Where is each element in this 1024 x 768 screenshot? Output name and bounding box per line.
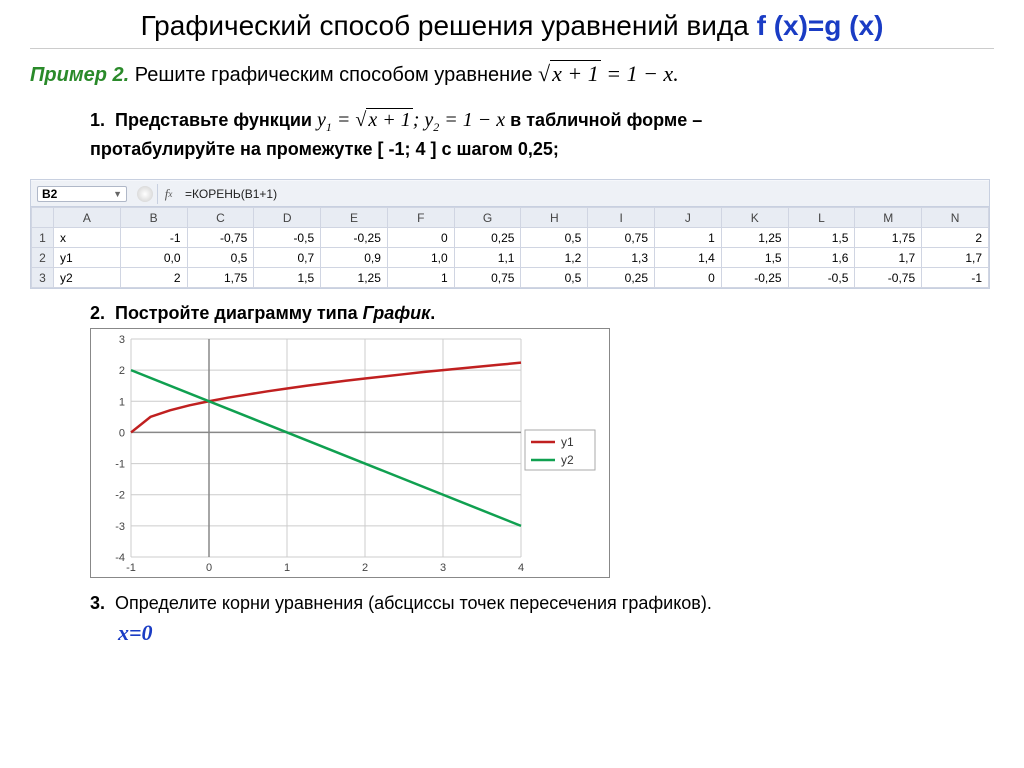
cell[interactable]: 0,5 bbox=[521, 268, 588, 288]
svg-text:2: 2 bbox=[362, 562, 368, 574]
row-header[interactable]: 2 bbox=[32, 248, 54, 268]
svg-text:3: 3 bbox=[440, 562, 446, 574]
svg-text:-4: -4 bbox=[115, 552, 125, 564]
cell[interactable]: 1,1 bbox=[454, 248, 521, 268]
svg-text:-3: -3 bbox=[115, 521, 125, 533]
row-header[interactable]: 1 bbox=[32, 228, 54, 248]
cell[interactable]: 0,25 bbox=[454, 228, 521, 248]
col-header[interactable]: A bbox=[54, 208, 121, 228]
cell[interactable]: -0,75 bbox=[855, 268, 922, 288]
svg-text:3: 3 bbox=[119, 334, 125, 346]
svg-text:2: 2 bbox=[119, 365, 125, 377]
step-2: 2. Постройте диаграмму типа График. bbox=[90, 303, 994, 324]
svg-text:-2: -2 bbox=[115, 490, 125, 502]
cell[interactable]: -0,75 bbox=[187, 228, 254, 248]
col-header[interactable]: B bbox=[120, 208, 187, 228]
cell[interactable]: 1,75 bbox=[855, 228, 922, 248]
cell[interactable]: -0,5 bbox=[254, 228, 321, 248]
cell[interactable]: 0,75 bbox=[588, 228, 655, 248]
svg-text:-1: -1 bbox=[126, 562, 136, 574]
cell[interactable]: 1,2 bbox=[521, 248, 588, 268]
spreadsheet-grid[interactable]: ABCDEFGHIJKLMN 1x-1-0,75-0,5-0,2500,250,… bbox=[31, 207, 989, 288]
col-header[interactable]: M bbox=[855, 208, 922, 228]
cell[interactable]: 1 bbox=[387, 268, 454, 288]
page-title: Графический способ решения уравнений вид… bbox=[30, 10, 994, 49]
cell[interactable]: 1,5 bbox=[788, 228, 855, 248]
chart-svg: -1 0 1 2 3 4 -4 -3 -2 -1 0 1 2 3 y1 y2 bbox=[90, 328, 610, 578]
cell[interactable]: 0,9 bbox=[321, 248, 388, 268]
chevron-down-icon: ▼ bbox=[113, 189, 122, 199]
svg-text:1: 1 bbox=[119, 396, 125, 408]
cell[interactable]: 0,0 bbox=[120, 248, 187, 268]
chart: -1 0 1 2 3 4 -4 -3 -2 -1 0 1 2 3 y1 y2 bbox=[90, 328, 994, 583]
cell[interactable]: -0,25 bbox=[721, 268, 788, 288]
cell[interactable]: 0,25 bbox=[588, 268, 655, 288]
example-label: Пример 2. bbox=[30, 64, 129, 86]
svg-text:0: 0 bbox=[119, 427, 125, 439]
cell[interactable]: 2 bbox=[120, 268, 187, 288]
col-header[interactable]: C bbox=[187, 208, 254, 228]
svg-text:y2: y2 bbox=[561, 453, 574, 467]
cell[interactable]: 0 bbox=[655, 268, 722, 288]
answer: x=0 bbox=[118, 620, 994, 646]
fx-decoration bbox=[137, 186, 153, 202]
cell[interactable]: 0,5 bbox=[187, 248, 254, 268]
cell[interactable]: -0,25 bbox=[321, 228, 388, 248]
cell[interactable]: 1,5 bbox=[254, 268, 321, 288]
cell[interactable]: x bbox=[54, 228, 121, 248]
svg-text:4: 4 bbox=[518, 562, 524, 574]
cell[interactable]: 1,7 bbox=[855, 248, 922, 268]
cell[interactable]: y2 bbox=[54, 268, 121, 288]
formula-bar: B2 ▼ fx =КОРЕНЬ(B1+1) bbox=[31, 181, 989, 207]
active-cell-ref: B2 bbox=[42, 187, 57, 201]
title-text: Графический способ решения уравнений вид… bbox=[141, 10, 757, 41]
corner-cell bbox=[32, 208, 54, 228]
col-header[interactable]: L bbox=[788, 208, 855, 228]
col-header[interactable]: I bbox=[588, 208, 655, 228]
svg-text:-1: -1 bbox=[115, 459, 125, 471]
cell[interactable]: 1,25 bbox=[321, 268, 388, 288]
cell[interactable]: 1,3 bbox=[588, 248, 655, 268]
cell[interactable]: 2 bbox=[922, 228, 989, 248]
step-1: 1. Представьте функции y1 = x + 1; y2 = … bbox=[90, 105, 994, 163]
cell[interactable]: 1 bbox=[655, 228, 722, 248]
cell[interactable]: 1,25 bbox=[721, 228, 788, 248]
row-header[interactable]: 3 bbox=[32, 268, 54, 288]
svg-text:0: 0 bbox=[206, 562, 212, 574]
col-header[interactable]: F bbox=[387, 208, 454, 228]
col-header[interactable]: H bbox=[521, 208, 588, 228]
cell[interactable]: 0,7 bbox=[254, 248, 321, 268]
name-box[interactable]: B2 ▼ bbox=[37, 186, 127, 202]
cell[interactable]: 1,7 bbox=[922, 248, 989, 268]
cell[interactable]: -0,5 bbox=[788, 268, 855, 288]
col-header[interactable]: K bbox=[721, 208, 788, 228]
fx-icon[interactable]: fx bbox=[157, 184, 179, 204]
cell[interactable]: -1 bbox=[922, 268, 989, 288]
col-header[interactable]: E bbox=[321, 208, 388, 228]
col-header[interactable]: D bbox=[254, 208, 321, 228]
cell[interactable]: y1 bbox=[54, 248, 121, 268]
cell[interactable]: 1,4 bbox=[655, 248, 722, 268]
formula-input[interactable]: =КОРЕНЬ(B1+1) bbox=[179, 187, 989, 201]
example-equation: x + 1 = 1 − x. bbox=[538, 61, 679, 86]
cell[interactable]: 1,5 bbox=[721, 248, 788, 268]
cell[interactable]: 1,75 bbox=[187, 268, 254, 288]
cell[interactable]: 1,0 bbox=[387, 248, 454, 268]
example-text: Решите графическим способом уравнение bbox=[135, 64, 538, 86]
svg-text:1: 1 bbox=[284, 562, 290, 574]
svg-text:y1: y1 bbox=[561, 435, 574, 449]
col-header[interactable]: G bbox=[454, 208, 521, 228]
cell[interactable]: 1,6 bbox=[788, 248, 855, 268]
col-header[interactable]: N bbox=[922, 208, 989, 228]
cell[interactable]: 0,5 bbox=[521, 228, 588, 248]
cell[interactable]: 0 bbox=[387, 228, 454, 248]
title-equation: f (x)=g (x) bbox=[757, 10, 884, 41]
example-line: Пример 2. Решите графическим способом ур… bbox=[30, 61, 994, 87]
col-header[interactable]: J bbox=[655, 208, 722, 228]
cell[interactable]: -1 bbox=[120, 228, 187, 248]
spreadsheet: B2 ▼ fx =КОРЕНЬ(B1+1) ABCDEFGHIJKLMN 1x-… bbox=[30, 179, 990, 289]
step-3: 3. Определите корни уравнения (абсциссы … bbox=[90, 593, 994, 614]
cell[interactable]: 0,75 bbox=[454, 268, 521, 288]
